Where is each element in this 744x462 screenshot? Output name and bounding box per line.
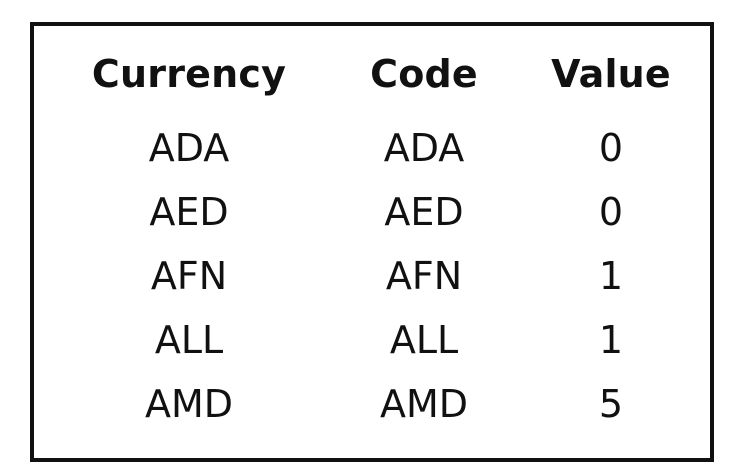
cell-code: ADA xyxy=(383,126,465,170)
cell-value: 0 xyxy=(598,126,624,170)
cell-currency: ADA xyxy=(148,126,230,170)
currency-table: Currency Code Value ADA ADA 0 AED AED 0 … xyxy=(64,26,688,436)
cell-code: ALL xyxy=(389,318,459,362)
table-row: ADA ADA 0 xyxy=(64,116,688,180)
cell-value: 5 xyxy=(598,382,624,426)
cell-code: AED xyxy=(384,190,464,234)
cell-currency: ALL xyxy=(154,318,224,362)
cell-code: AFN xyxy=(385,254,463,298)
table-row: AFN AFN 1 xyxy=(64,244,688,308)
table-header: Currency Code Value xyxy=(64,26,688,116)
table-row: ALL ALL 1 xyxy=(64,308,688,372)
cell-currency: AMD xyxy=(144,382,234,426)
table-row: AED AED 0 xyxy=(64,180,688,244)
cell-code: AMD xyxy=(379,382,469,426)
cell-currency: AFN xyxy=(150,254,228,298)
table-row: AMD AMD 5 xyxy=(64,372,688,436)
table-body: ADA ADA 0 AED AED 0 AFN AFN 1 ALL ALL 1 … xyxy=(64,116,688,436)
column-header-code: Code xyxy=(370,52,478,96)
column-header-value: Value xyxy=(551,52,671,96)
cell-value: 1 xyxy=(598,318,624,362)
cell-currency: AED xyxy=(149,190,229,234)
cell-value: 1 xyxy=(598,254,624,298)
column-header-currency: Currency xyxy=(91,52,287,96)
header-row: Currency Code Value xyxy=(64,26,688,116)
currency-table-card: Currency Code Value ADA ADA 0 AED AED 0 … xyxy=(30,22,714,462)
cell-value: 0 xyxy=(598,190,624,234)
